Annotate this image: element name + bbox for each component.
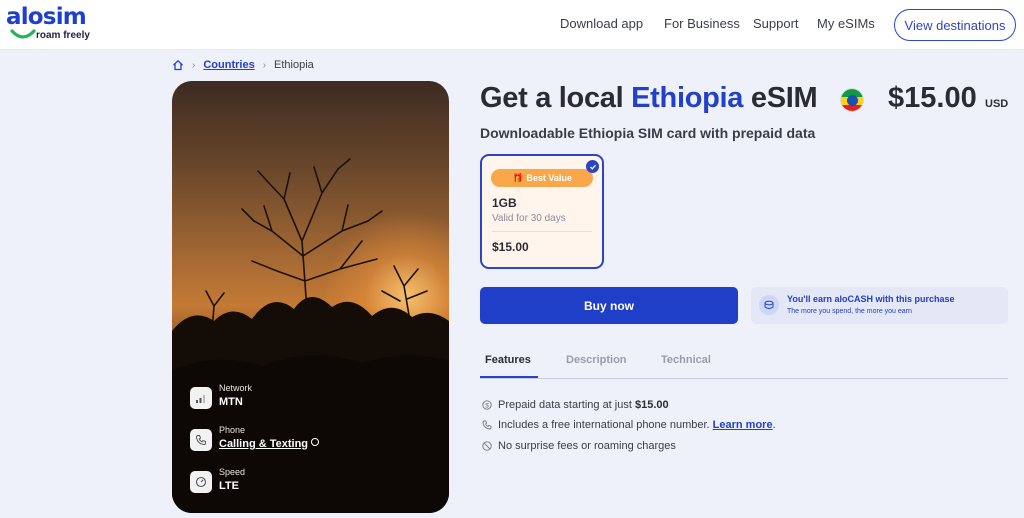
spec-network: Network MTN [190, 383, 252, 410]
view-destinations-button[interactable]: View destinations [894, 9, 1016, 41]
spec-phone-label: Phone [219, 425, 246, 435]
tab-technical[interactable]: Technical [661, 354, 711, 366]
tab-description[interactable]: Description [566, 354, 627, 366]
feature-phone-number: Includes a free international phone numb… [482, 419, 776, 431]
product-tabs: Features Description Technical [480, 345, 1008, 379]
plan-data-amount: 1GB [492, 196, 517, 210]
breadcrumb-current: Ethiopia [274, 59, 314, 71]
learn-more-link[interactable]: Learn more [713, 419, 773, 431]
spec-network-value: MTN [219, 396, 243, 408]
buy-now-button[interactable]: Buy now [480, 287, 738, 324]
spec-speed-label: Speed [219, 467, 246, 477]
coins-icon [759, 295, 779, 315]
logo-tagline: roam freely [36, 30, 90, 41]
logo-wordmark: alosim [6, 4, 87, 30]
ethiopia-flag-icon [840, 88, 864, 112]
spec-phone-value[interactable]: Calling & Texting [219, 436, 320, 452]
info-icon[interactable] [311, 438, 320, 446]
signal-icon [196, 395, 205, 403]
spec-phone: Phone Calling & Texting [190, 425, 320, 452]
phone-icon [482, 420, 492, 430]
spec-speed-value: LTE [219, 480, 239, 492]
plan-validity: Valid for 30 days [492, 213, 566, 224]
selected-check-icon [586, 160, 599, 173]
feature-no-fees: No surprise fees or roaming charges [482, 440, 676, 452]
breadcrumb-separator-icon: › [192, 59, 196, 71]
breadcrumb-separator-icon: › [262, 59, 267, 71]
alocash-subtitle: The more you spend, the more you earn [787, 308, 912, 315]
nav-for-business[interactable]: For Business [664, 16, 740, 31]
home-icon[interactable] [172, 59, 184, 71]
phone-icon [195, 435, 206, 446]
nav-my-esims[interactable]: My eSIMs [817, 16, 875, 31]
alocash-banner: You'll earn aloCASH with this purchase T… [751, 287, 1008, 324]
nav-download-app[interactable]: Download app [560, 16, 643, 31]
speedometer-icon [195, 476, 207, 488]
dollar-circle-icon: $ [482, 400, 492, 410]
alocash-title: You'll earn aloCASH with this purchase [787, 294, 955, 304]
smile-swoosh-icon [10, 29, 36, 39]
site-header: alosim roam freely Download app For Busi… [0, 0, 1024, 50]
best-value-badge: 🎁 Best Value [491, 169, 593, 187]
breadcrumb: › Countries › Ethiopia [172, 59, 314, 71]
logo[interactable]: alosim roam freely [6, 4, 90, 41]
product-subtitle: Downloadable Ethiopia SIM card with prep… [480, 125, 816, 141]
gift-icon: 🎁 [512, 172, 524, 183]
price-currency: USD [985, 98, 1009, 110]
breadcrumb-countries-link[interactable]: Countries [203, 59, 254, 71]
plan-divider [492, 231, 592, 232]
hero-image: Network MTN Phone Calling & Texting Spee… [172, 81, 449, 513]
spec-network-label: Network [219, 383, 253, 393]
no-fees-icon [482, 441, 492, 451]
product-price: $15.00 [888, 82, 977, 114]
active-tab-indicator [480, 376, 538, 378]
feature-prepaid-data: $ Prepaid data starting at just $15.00 [482, 399, 669, 411]
plan-price: $15.00 [492, 240, 529, 254]
plan-card-1gb[interactable]: 🎁 Best Value 1GB Valid for 30 days $15.0… [480, 154, 604, 269]
tab-features[interactable]: Features [485, 354, 531, 366]
nav-support[interactable]: Support [753, 16, 799, 31]
page-title: Get a local Ethiopia eSIM [480, 82, 818, 114]
spec-speed: Speed LTE [190, 467, 245, 494]
